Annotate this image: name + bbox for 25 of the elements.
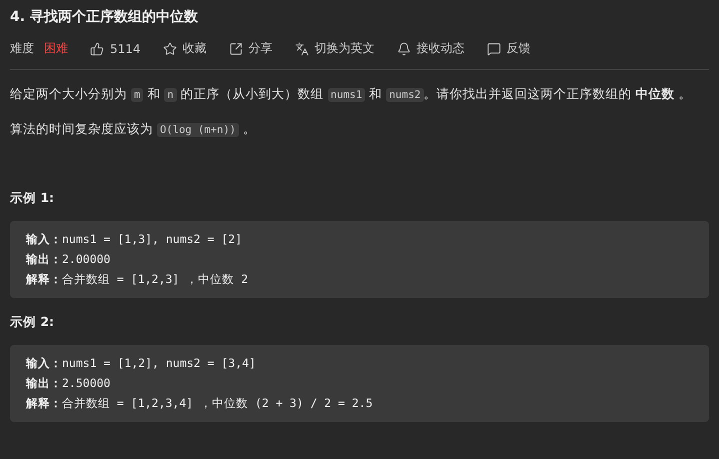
star-icon	[162, 42, 177, 56]
difficulty-label: 难度	[10, 40, 34, 57]
example-heading: 示例 1:	[10, 190, 56, 207]
share-icon	[228, 42, 243, 56]
example-line: 解释：合并数组 = [1,2,3,4] ，中位数 (2 + 3) / 2 = 2.5	[26, 395, 374, 412]
share-button[interactable]: 分享	[228, 40, 273, 57]
bell-icon	[396, 42, 411, 56]
example-line: 解释：合并数组 = [1,2,3] ，中位数 2	[26, 271, 250, 288]
example-line: 输出：2.50000	[26, 375, 112, 392]
translate-icon	[294, 42, 309, 56]
message-icon	[486, 42, 501, 56]
example-line: 输入：nums1 = [1,3], nums2 = [2]	[26, 231, 244, 248]
star-button[interactable]: 收藏	[162, 40, 207, 57]
thumbs-up-icon	[90, 42, 104, 56]
feedback-button[interactable]: 反馈	[486, 40, 531, 57]
description-paragraph: 算法的时间复杂度应该为 O(log (m+n)) 。	[10, 120, 257, 139]
example-line: 输出：2.00000	[26, 251, 112, 268]
description-paragraph: 给定两个大小分别为 m 和 n 的正序（从小到大）数组 nums1 和 nums2 。请你找出并返回这两个正序数组的 中位数 。	[10, 85, 693, 104]
difficulty-value: 困难	[44, 40, 68, 57]
like-button[interactable]: 5114	[90, 42, 141, 56]
example-heading: 示例 2:	[10, 314, 56, 331]
translate-button[interactable]: 切换为英文	[294, 40, 375, 57]
problem-title: 4. 寻找两个正序数组的中位数	[10, 8, 199, 26]
bell-button[interactable]: 接收动态	[396, 40, 465, 57]
example-line: 输入：nums1 = [1,2], nums2 = [3,4]	[26, 355, 257, 372]
